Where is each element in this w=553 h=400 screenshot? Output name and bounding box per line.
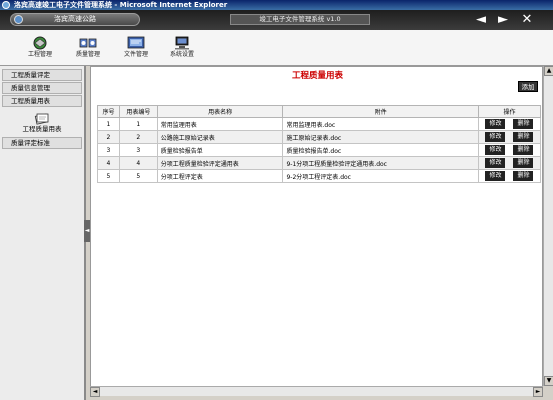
project-icon [33, 36, 47, 50]
column-header-actions: 操作 [477, 105, 542, 118]
add-button[interactable]: 添加 [518, 81, 538, 92]
toolbar-file-button[interactable]: 文件管理 [114, 36, 158, 64]
row-code: 2 [118, 130, 158, 144]
edit-button[interactable]: 修改 [485, 132, 506, 142]
row-code: 5 [118, 169, 158, 183]
window-titlebar: 洛宾高速竣工电子文件管理系统 - Microsoft Internet Expl… [0, 0, 553, 10]
forward-arrow-icon[interactable]: ► [494, 12, 512, 28]
document-stack-icon [34, 113, 49, 125]
delete-button[interactable]: 删除 [513, 119, 534, 129]
row-seq: 2 [97, 130, 120, 144]
toolbar-file-label: 文件管理 [123, 51, 148, 58]
row-name: 常用监理用表 [156, 117, 284, 131]
file-icon [127, 36, 145, 49]
row-name: 分项工程质量检验评定通用表 [156, 156, 284, 170]
row-code: 3 [118, 143, 158, 157]
delete-button[interactable]: 删除 [513, 158, 534, 168]
table-row: 2 2 公路施工原始记录表 施工原始记录表.doc 修改 删除 [97, 130, 542, 144]
back-arrow-icon[interactable]: ◄ [472, 12, 490, 28]
edit-button[interactable]: 修改 [485, 119, 506, 129]
toolbar-project-label: 工程管理 [27, 51, 52, 58]
system-title: 竣工电子文件管理系统 v1.0 [230, 14, 370, 25]
table-row: 4 4 分项工程质量检验评定通用表 9-1分项工程质量检验评定通用表.doc 修… [97, 156, 542, 170]
row-attachment-link[interactable]: 9-1分项工程质量检验评定通用表.doc [282, 156, 479, 170]
quality-icon [79, 38, 97, 48]
toolbar-settings-button[interactable]: 系统设置 [160, 36, 204, 64]
ie-icon [2, 1, 10, 9]
sidebar-item-quality-standards[interactable]: 质量评定标准 [2, 137, 82, 149]
sidebar-item-quality-info[interactable]: 质量信息管理 [2, 82, 82, 94]
road-label-text: 洛宾高速公路 [54, 15, 96, 23]
toolbar-quality-label: 质量管理 [75, 51, 100, 58]
table-row: 3 3 质量检验报告单 质量检验报告单.doc 修改 删除 [97, 143, 542, 157]
row-seq: 1 [97, 117, 120, 131]
sidebar-subitem-quality-forms[interactable]: 工程质量用表 [0, 108, 84, 136]
scroll-down-icon[interactable]: ▼ [544, 376, 553, 386]
column-header-seq: 序号 [97, 105, 120, 118]
row-actions: 修改 删除 [477, 156, 542, 170]
row-actions: 修改 删除 [477, 130, 542, 144]
page-title: 工程质量用表 [291, 71, 343, 81]
row-seq: 5 [97, 169, 120, 183]
close-icon[interactable]: ✕ [518, 12, 536, 28]
row-name: 质量检验报告单 [156, 143, 284, 157]
road-label: 洛宾高速公路 [10, 13, 140, 26]
column-header-attachment: 附件 [282, 105, 479, 118]
forms-table: 序号 用表编号 用表名称 附件 操作 1 1 常用监理用表 常用监理用表.doc… [97, 105, 542, 183]
vertical-scrollbar[interactable]: ▲ ▼ [543, 66, 553, 386]
horizontal-scrollbar[interactable]: ◄ ► [90, 386, 543, 397]
sidebar-item-quality-assessment[interactable]: 工程质量评定 [2, 69, 82, 81]
scroll-right-icon[interactable]: ► [533, 387, 543, 397]
row-seq: 4 [97, 156, 120, 170]
row-seq: 3 [97, 143, 120, 157]
sidebar-item-quality-forms[interactable]: 工程质量用表 [2, 95, 82, 107]
table-header-row: 序号 用表编号 用表名称 附件 操作 [97, 105, 542, 118]
row-name: 公路施工原始记录表 [156, 130, 284, 144]
table-row: 1 1 常用监理用表 常用监理用表.doc 修改 删除 [97, 117, 542, 131]
row-actions: 修改 删除 [477, 117, 542, 131]
row-attachment-link[interactable]: 施工原始记录表.doc [282, 130, 479, 144]
toolbar: 工程管理 质量管理 文件管理 系统设置 [0, 30, 553, 66]
row-attachment-link[interactable]: 9-2分项工程评定表.doc [282, 169, 479, 183]
window-title: 洛宾高速竣工电子文件管理系统 - Microsoft Internet Expl… [14, 1, 228, 9]
row-attachment-link[interactable]: 质量检验报告单.doc [282, 143, 479, 157]
row-actions: 修改 删除 [477, 143, 542, 157]
sidebar: 工程质量评定 质量信息管理 工程质量用表 工程质量用表 质量评定标准 [0, 66, 86, 400]
sidebar-subitem-label: 工程质量用表 [22, 125, 62, 133]
scroll-up-icon[interactable]: ▲ [544, 66, 553, 76]
scroll-left-icon[interactable]: ◄ [90, 387, 100, 397]
row-code: 1 [118, 117, 158, 131]
edit-button[interactable]: 修改 [485, 171, 506, 181]
delete-button[interactable]: 删除 [513, 132, 534, 142]
row-code: 4 [118, 156, 158, 170]
globe-icon [14, 15, 23, 24]
app-header: 洛宾高速公路 竣工电子文件管理系统 v1.0 ◄ ► ✕ [0, 10, 553, 30]
toolbar-settings-label: 系统设置 [169, 51, 194, 58]
toolbar-project-button[interactable]: 工程管理 [18, 36, 62, 64]
row-attachment-link[interactable]: 常用监理用表.doc [282, 117, 479, 131]
row-name: 分项工程评定表 [156, 169, 284, 183]
main-content: 工程质量用表 添加 序号 用表编号 用表名称 附件 操作 1 1 常用监理用表 … [90, 66, 543, 396]
toolbar-quality-button[interactable]: 质量管理 [66, 36, 110, 64]
delete-button[interactable]: 删除 [513, 171, 534, 181]
row-actions: 修改 删除 [477, 169, 542, 183]
column-header-code: 用表编号 [118, 105, 158, 118]
edit-button[interactable]: 修改 [485, 145, 506, 155]
edit-button[interactable]: 修改 [485, 158, 506, 168]
column-header-name: 用表名称 [156, 105, 284, 118]
delete-button[interactable]: 删除 [513, 145, 534, 155]
settings-icon [175, 36, 189, 50]
table-row: 5 5 分项工程评定表 9-2分项工程评定表.doc 修改 删除 [97, 169, 542, 183]
